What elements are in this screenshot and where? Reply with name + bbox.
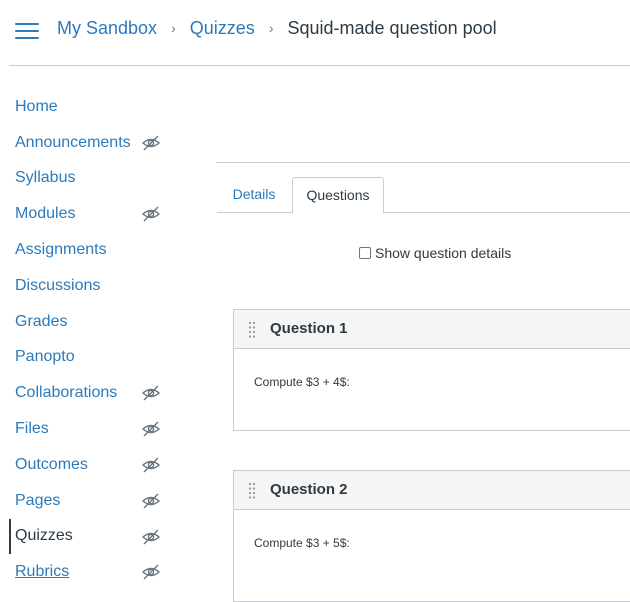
question-title: Question 2 — [270, 481, 348, 498]
hamburger-bar — [15, 23, 39, 25]
question-title: Question 1 — [270, 320, 348, 337]
sidebar-item-announcements[interactable]: Announcements — [0, 125, 180, 161]
sidebar-item-pages[interactable]: Pages — [0, 483, 180, 519]
hidden-eye-icon — [142, 457, 160, 473]
course-navigation: Home Announcements Syllabus Modules Assi… — [0, 89, 180, 590]
sidebar-item-grades[interactable]: Grades — [0, 304, 180, 340]
drag-handle-icon[interactable] — [248, 482, 256, 500]
question-header: Question 1 — [234, 310, 630, 349]
sidebar-item-label: Panopto — [15, 348, 75, 366]
hamburger-menu-icon[interactable] — [15, 22, 39, 40]
sidebar-item-rubrics[interactable]: Rubrics — [0, 554, 180, 590]
sidebar-item-label: Discussions — [15, 276, 101, 294]
sidebar-item-label: Home — [15, 97, 58, 115]
question-text: Compute $3 + 4$: — [254, 375, 350, 389]
hamburger-bar — [15, 30, 39, 32]
sidebar-item-label: Announcements — [15, 133, 131, 151]
sidebar-item-label: Collaborations — [15, 384, 118, 402]
sidebar-item-label: Rubrics — [15, 563, 70, 581]
sidebar-item-collaborations[interactable]: Collaborations — [0, 375, 180, 411]
tab-details[interactable]: Details — [217, 177, 291, 213]
sidebar-item-label: Pages — [15, 491, 61, 509]
sidebar-item-quizzes[interactable]: Quizzes — [0, 518, 180, 555]
sidebar-item-label: Files — [15, 420, 49, 438]
breadcrumb: My Sandbox › Quizzes › Squid-made questi… — [57, 16, 497, 41]
sidebar-item-label: Modules — [15, 205, 76, 223]
show-question-details-checkbox[interactable] — [359, 247, 371, 259]
question-card: Question 1 Compute $3 + 4$: — [233, 309, 630, 431]
question-card: Question 2 Compute $3 + 5$: — [233, 470, 630, 602]
sidebar-item-label: Quizzes — [15, 527, 73, 545]
hidden-eye-icon — [142, 493, 160, 509]
show-question-details-toggle[interactable]: Show question details — [359, 245, 511, 261]
hidden-eye-icon — [142, 529, 160, 545]
hidden-eye-icon — [142, 564, 160, 580]
tab-bar: Details Questions — [217, 177, 630, 214]
tab-questions[interactable]: Questions — [292, 177, 384, 214]
sidebar-item-label: Outcomes — [15, 455, 88, 473]
hamburger-bar — [15, 37, 39, 39]
show-question-details-label: Show question details — [375, 245, 512, 261]
sidebar-item-label: Grades — [15, 312, 68, 330]
hidden-eye-icon — [142, 206, 160, 222]
drag-handle-icon[interactable] — [248, 321, 256, 339]
question-text: Compute $3 + 5$: — [254, 536, 350, 550]
hidden-eye-icon — [142, 385, 160, 401]
sidebar-item-assignments[interactable]: Assignments — [0, 232, 180, 268]
sidebar-item-modules[interactable]: Modules — [0, 196, 180, 232]
question-header: Question 2 — [234, 471, 630, 510]
hidden-eye-icon — [142, 421, 160, 437]
sidebar-item-home[interactable]: Home — [0, 89, 180, 125]
hidden-eye-icon — [142, 135, 160, 151]
sidebar-item-label: Assignments — [15, 241, 107, 259]
sidebar-item-panopto[interactable]: Panopto — [0, 340, 180, 376]
breadcrumb-course-link[interactable]: My Sandbox — [57, 18, 157, 38]
content-divider — [216, 162, 630, 163]
sidebar-item-label: Syllabus — [15, 169, 76, 187]
sidebar-item-discussions[interactable]: Discussions — [0, 268, 180, 304]
breadcrumb-chevron-icon: › — [268, 20, 274, 36]
header-divider — [9, 65, 630, 66]
breadcrumb-current-page: Squid-made question pool — [287, 18, 497, 38]
breadcrumb-quizzes-link[interactable]: Quizzes — [190, 18, 255, 38]
sidebar-item-syllabus[interactable]: Syllabus — [0, 161, 180, 197]
sidebar-item-files[interactable]: Files — [0, 411, 180, 447]
sidebar-item-outcomes[interactable]: Outcomes — [0, 447, 180, 483]
breadcrumb-chevron-icon: › — [171, 20, 176, 36]
